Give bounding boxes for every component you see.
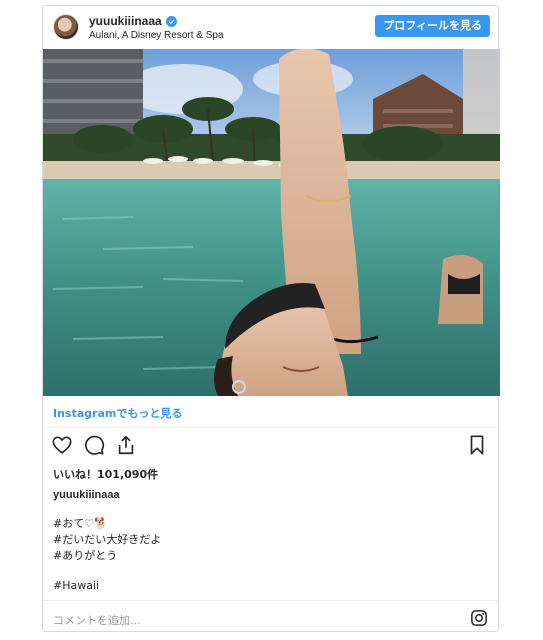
view-profile-button[interactable]: プロフィールを見る bbox=[375, 15, 490, 37]
caption-line: #だいだい大好きだよ bbox=[53, 533, 162, 546]
caption-line: #おて♡🐕 bbox=[53, 517, 108, 530]
heart-icon[interactable] bbox=[51, 434, 73, 456]
username[interactable]: yuuukiiinaaa bbox=[89, 14, 162, 28]
view-more-on-instagram-link[interactable]: Instagramでもっと見る bbox=[53, 405, 182, 421]
post-header: yuuukiiinaaa Aulani, A Disney Resort & S… bbox=[43, 6, 498, 49]
comment-icon[interactable] bbox=[83, 434, 105, 456]
caption-username[interactable]: yuuukiiinaaa bbox=[53, 489, 120, 501]
instagram-embed-card: yuuukiiinaaa Aulani, A Disney Resort & S… bbox=[42, 5, 500, 632]
avatar[interactable] bbox=[53, 14, 79, 40]
post-photo[interactable] bbox=[43, 49, 500, 396]
caption-text: #おて♡🐕 #だいだい大好きだよ #ありがとう bbox=[53, 516, 161, 564]
divider bbox=[43, 427, 498, 428]
caption-line: #ありがとう bbox=[53, 549, 118, 562]
instagram-icon[interactable] bbox=[470, 609, 488, 627]
bookmark-icon[interactable] bbox=[466, 434, 488, 456]
like-count[interactable]: いいね！101,090件 bbox=[53, 466, 158, 482]
location[interactable]: Aulani, A Disney Resort & Spa bbox=[89, 30, 224, 41]
username-row[interactable]: yuuukiiinaaa bbox=[89, 14, 177, 28]
photo-image bbox=[43, 49, 500, 396]
verified-badge-icon bbox=[165, 15, 177, 27]
comment-input[interactable]: コメントを追加... bbox=[53, 612, 141, 628]
divider bbox=[43, 600, 498, 601]
share-icon[interactable] bbox=[115, 434, 137, 456]
action-bar bbox=[51, 434, 137, 456]
hashtag[interactable]: #Hawaii bbox=[53, 579, 99, 592]
